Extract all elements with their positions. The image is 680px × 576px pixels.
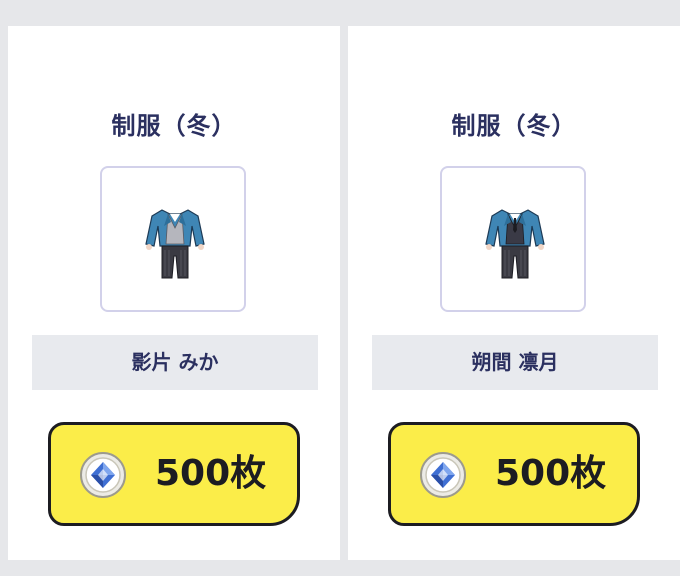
buy-button[interactable]: 500枚: [388, 422, 640, 526]
character-name: 朔間 凛月: [471, 350, 559, 374]
outfit-thumbnail[interactable]: [440, 166, 586, 312]
buy-button[interactable]: 500枚: [48, 422, 300, 526]
outfit-thumbnail[interactable]: [100, 166, 246, 312]
price-label: 500枚: [155, 453, 267, 494]
item-title: 制服（冬）: [111, 112, 237, 140]
outfit-winter-uniform-icon: [145, 209, 205, 279]
outfit-winter-uniform-icon: [485, 209, 545, 279]
character-name: 影片 みか: [131, 350, 219, 374]
price-label: 500枚: [495, 453, 607, 494]
shop-item-card: 制服（冬） 影片 みか 500枚: [8, 26, 340, 560]
diamond-coin-icon: [80, 452, 126, 498]
item-title: 制服（冬）: [451, 112, 577, 140]
shop-item-card: 制服（冬） 朔間 凛月 500枚: [348, 26, 680, 560]
diamond-coin-icon: [420, 452, 466, 498]
character-name-bar: 朔間 凛月: [372, 335, 658, 390]
character-name-bar: 影片 みか: [32, 335, 318, 390]
